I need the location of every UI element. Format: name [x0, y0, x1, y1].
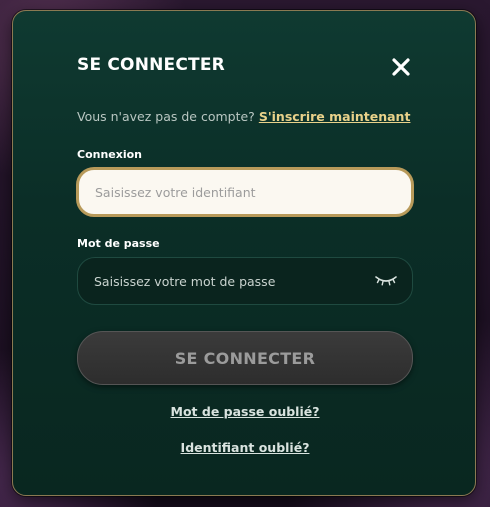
password-field	[77, 257, 413, 305]
close-icon[interactable]	[391, 57, 411, 77]
register-prompt-text: Vous n'avez pas de compte?	[77, 109, 255, 124]
password-input[interactable]	[78, 258, 368, 304]
forgot-id-row: Identifiant oublié?	[13, 440, 477, 455]
eye-closed-icon[interactable]	[375, 273, 397, 287]
forgot-password-row: Mot de passe oublié?	[13, 404, 477, 419]
login-modal: SE CONNECTER Vous n'avez pas de compte? …	[12, 10, 476, 496]
register-link[interactable]: S'inscrire maintenant	[259, 109, 411, 124]
register-prompt: Vous n'avez pas de compte? S'inscrire ma…	[77, 109, 410, 124]
password-label: Mot de passe	[77, 237, 160, 250]
login-input[interactable]	[76, 167, 414, 217]
forgot-password-link[interactable]: Mot de passe oublié?	[171, 404, 320, 419]
forgot-id-link[interactable]: Identifiant oublié?	[181, 440, 310, 455]
login-button[interactable]: SE CONNECTER	[77, 331, 413, 385]
login-label: Connexion	[77, 148, 143, 161]
modal-title: SE CONNECTER	[77, 55, 225, 75]
